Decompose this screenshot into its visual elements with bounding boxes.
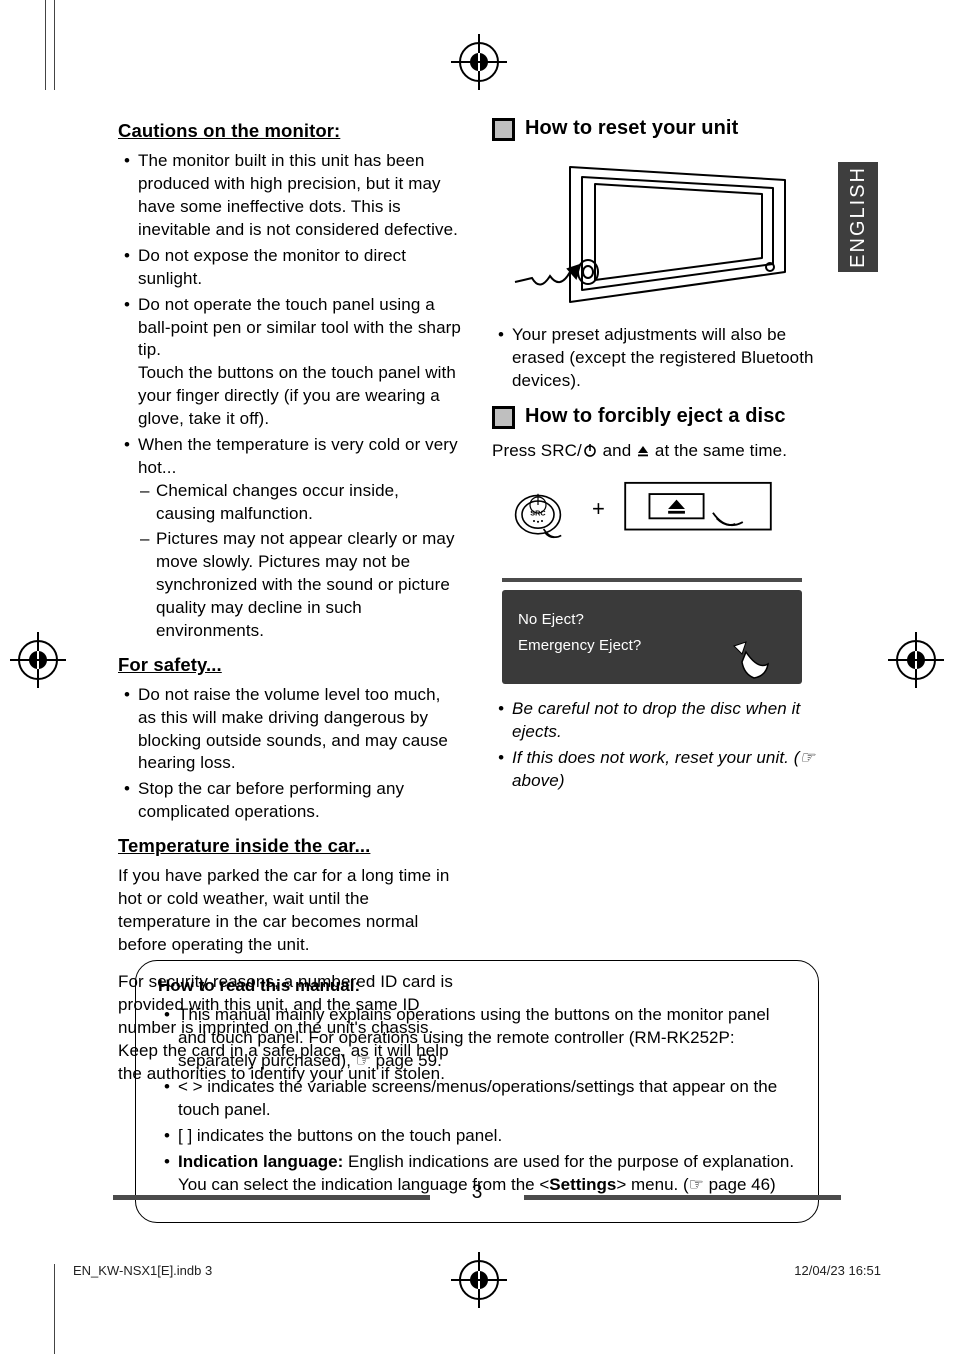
list-item: < > indicates the variable screens/menus…: [158, 1076, 796, 1122]
hand-pointer-icon: [728, 640, 772, 684]
crop-mark: [45, 0, 46, 90]
text-fragment: Press SRC/: [492, 441, 582, 460]
list-item: Do not expose the monitor to direct sunl…: [118, 245, 462, 291]
registration-mark-icon: [459, 42, 499, 82]
crop-mark: [54, 1264, 55, 1354]
list-item: Be careful not to drop the disc when it …: [492, 698, 836, 744]
list-item: Chemical changes occur inside, causing m…: [138, 480, 462, 526]
list-item: The monitor built in this unit has been …: [118, 150, 462, 242]
square-bullet-icon: [492, 406, 515, 429]
eject-figure-group: SRC +: [492, 473, 836, 685]
info-list: This manual mainly explains operations u…: [158, 1004, 796, 1197]
src-label: SRC: [530, 508, 545, 517]
list-item: If this does not work, reset your unit. …: [492, 747, 836, 793]
registration-mark-icon: [459, 1260, 499, 1300]
eject-instruction: Press SRC/ and at the same time.: [492, 440, 836, 463]
eject-notes: Be careful not to drop the disc when it …: [492, 698, 836, 793]
list-item-text: When the temperature is very cold or ver…: [138, 435, 458, 477]
list-item: Do not raise the volume level too much, …: [118, 684, 462, 776]
cautions-sublist: Chemical changes occur inside, causing m…: [138, 480, 462, 643]
indication-label: Indication language:: [178, 1152, 343, 1171]
list-item: Pictures may not appear clearly or may m…: [138, 528, 462, 643]
plus-icon: +: [592, 494, 605, 524]
list-item: This manual mainly explains operations u…: [158, 1004, 796, 1073]
list-item: Your preset adjustments will also be era…: [492, 324, 836, 393]
text-fragment: and: [598, 441, 636, 460]
cautions-list: The monitor built in this unit has been …: [118, 150, 462, 643]
list-item: When the temperature is very cold or ver…: [118, 434, 462, 642]
heading-temperature: Temperature inside the car...: [118, 834, 462, 859]
list-item: Stop the car before performing any compl…: [118, 778, 462, 824]
registration-mark-icon: [18, 640, 58, 680]
screen-prompt-panel: No Eject? Emergency Eject?: [502, 590, 802, 685]
footer-filename: EN_KW-NSX1[E].indb 3: [73, 1263, 212, 1278]
safety-list: Do not raise the volume level too much, …: [118, 684, 462, 825]
list-item: [ ] indicates the buttons on the touch p…: [158, 1125, 796, 1148]
device-svg-icon: [510, 152, 800, 312]
page-number: 3: [0, 1182, 954, 1204]
language-tab: ENGLISH: [838, 162, 878, 272]
heading-cautions: Cautions on the monitor:: [118, 119, 462, 144]
prompt-line-1: No Eject?: [518, 610, 786, 630]
heading-safety: For safety...: [118, 653, 462, 678]
temperature-paragraph: If you have parked the car for a long ti…: [118, 865, 462, 957]
heading-reset-text: How to reset your unit: [525, 115, 738, 142]
heading-eject-text: How to forcibly eject a disc: [525, 403, 786, 430]
divider-bar: [502, 578, 802, 582]
list-item: Do not operate the touch panel using a b…: [118, 294, 462, 432]
eject-icon: [636, 444, 650, 458]
src-knob-icon: SRC: [502, 473, 574, 545]
heading-reset: How to reset your unit: [492, 115, 836, 142]
reset-notes: Your preset adjustments will also be era…: [492, 324, 836, 393]
registration-mark-icon: [896, 640, 936, 680]
power-icon: [582, 442, 598, 458]
text-fragment: at the same time.: [650, 441, 787, 460]
language-tab-label: ENGLISH: [847, 166, 870, 268]
square-bullet-icon: [492, 118, 515, 141]
heading-eject: How to forcibly eject a disc: [492, 403, 836, 430]
device-illustration: [510, 152, 800, 312]
footer-timestamp: 12/04/23 16:51: [794, 1263, 881, 1278]
eject-panel-icon: [623, 481, 773, 537]
info-heading: How to read this manual:: [158, 976, 360, 995]
crop-mark: [54, 0, 55, 90]
